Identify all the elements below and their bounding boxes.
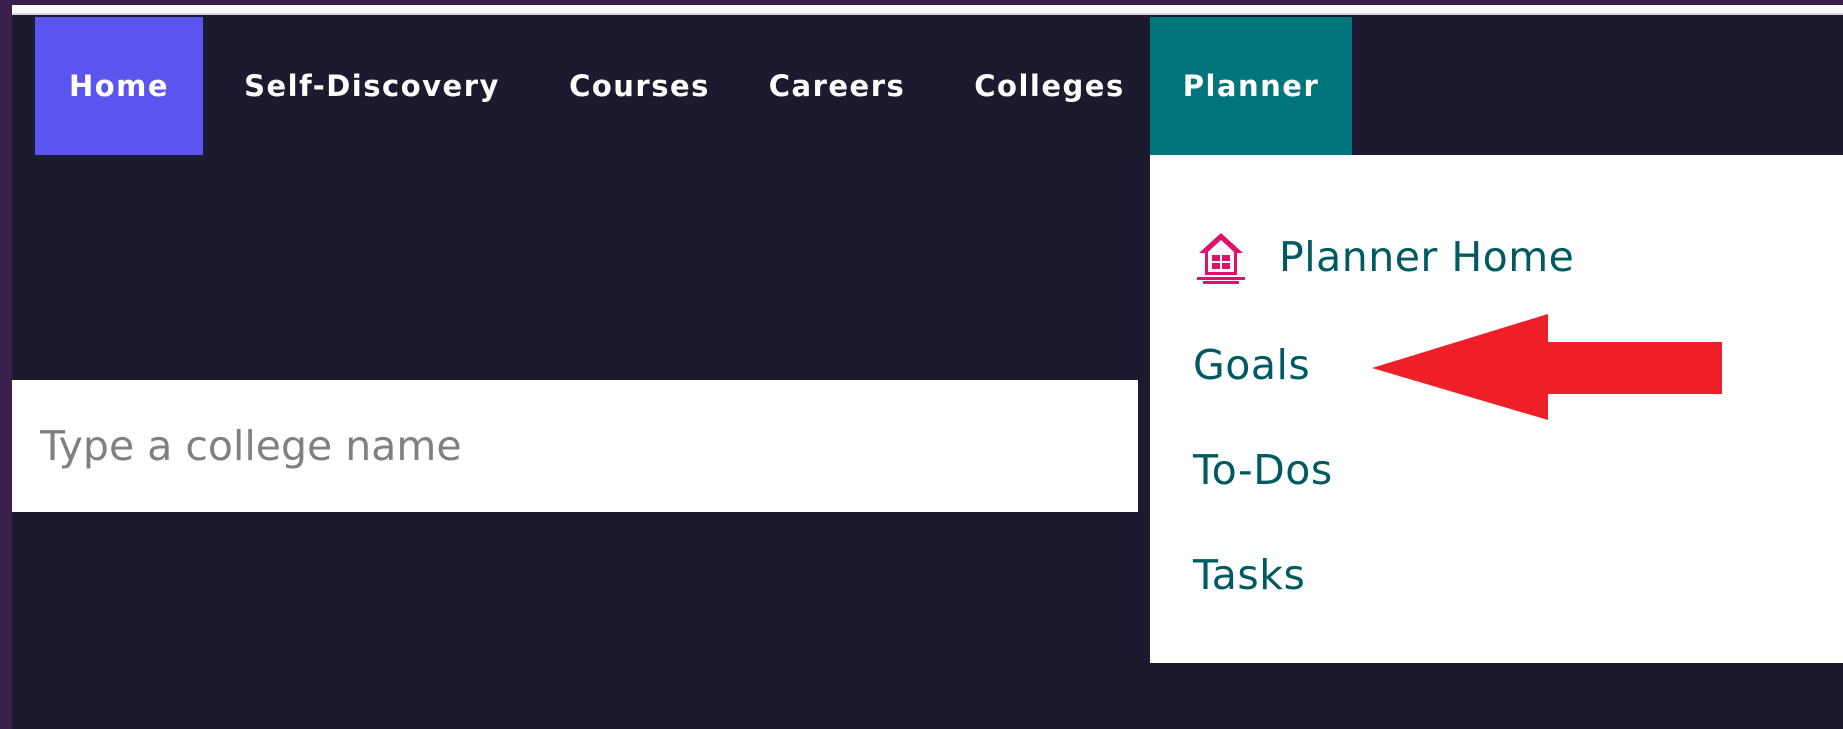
menu-item-tasks[interactable]: Tasks bbox=[1193, 545, 1305, 605]
nav-courses[interactable]: Courses bbox=[557, 17, 722, 155]
menu-item-goals[interactable]: Goals bbox=[1193, 335, 1310, 395]
nav-self-discovery[interactable]: Self-Discovery bbox=[227, 17, 517, 155]
nav-colleges[interactable]: Colleges bbox=[967, 17, 1132, 155]
nav-planner[interactable]: Planner bbox=[1150, 17, 1352, 155]
menu-item-label: Planner Home bbox=[1279, 233, 1575, 281]
menu-item-planner-home[interactable]: Planner Home bbox=[1193, 227, 1574, 287]
nav-home[interactable]: Home bbox=[35, 17, 203, 155]
menu-item-to-dos[interactable]: To-Dos bbox=[1193, 440, 1333, 500]
nav-careers[interactable]: Careers bbox=[762, 17, 912, 155]
main-navbar: Home Self-Discovery Courses Careers Coll… bbox=[12, 17, 1843, 155]
house-icon bbox=[1193, 229, 1249, 285]
app-window: Home Self-Discovery Courses Careers Coll… bbox=[12, 0, 1843, 729]
window-top-edge bbox=[12, 0, 1843, 15]
college-search-input[interactable] bbox=[12, 380, 1138, 512]
red-arrow-annotation bbox=[1372, 314, 1722, 420]
